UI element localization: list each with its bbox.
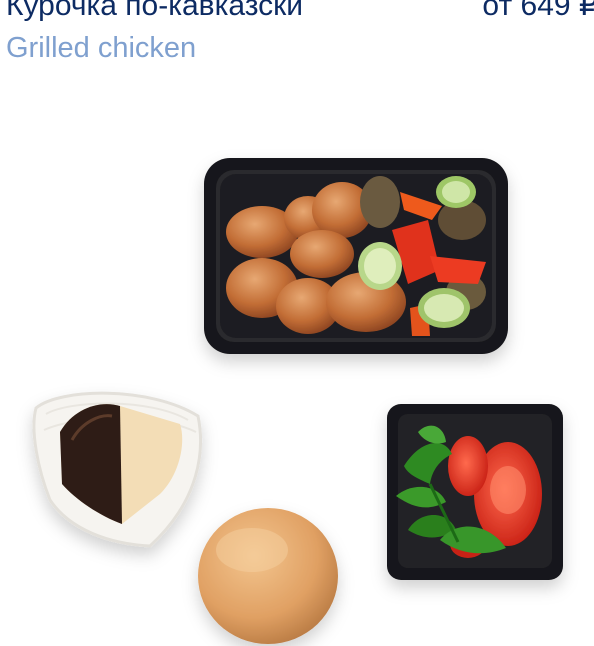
bread-roll-icon (198, 508, 338, 644)
dish-price: от 649 ₽ (482, 0, 594, 22)
salad-tray-icon (387, 404, 563, 580)
main-tray-icon (204, 158, 508, 354)
dish-subtitle: Grilled chicken (6, 32, 197, 64)
dish-photo (0, 70, 594, 646)
cookie-icon (32, 391, 203, 548)
dish-header: Курочка по-кавказски Grilled chicken от … (0, 0, 594, 70)
dish-title: Курочка по-кавказски (6, 0, 304, 22)
